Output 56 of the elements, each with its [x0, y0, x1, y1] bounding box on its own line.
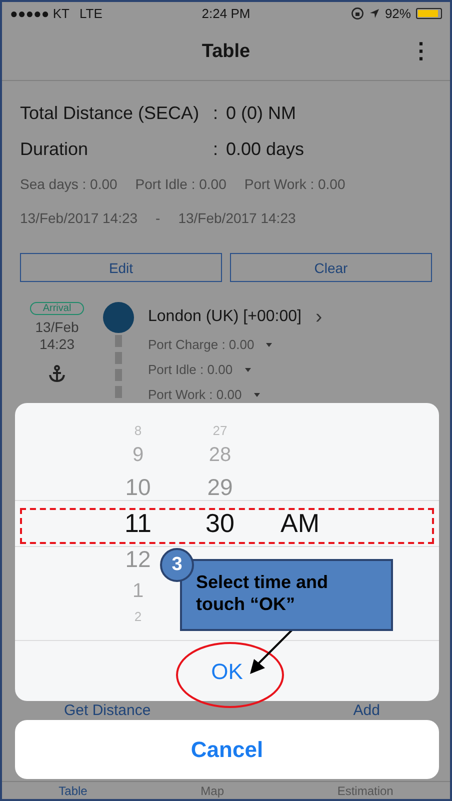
breakdown-stat: Sea days : 0.00 — [20, 176, 118, 192]
picker-value[interactable]: 1 — [132, 576, 144, 606]
port-time: 14:23 — [39, 336, 75, 353]
port-name[interactable]: London (UK) [+00:00] — [148, 308, 302, 326]
date-dash: - — [156, 210, 160, 226]
timeline-node — [102, 302, 134, 333]
tab[interactable]: Map — [200, 784, 224, 798]
picker-value[interactable]: 2 — [134, 606, 142, 626]
arrival-badge: Arrival — [30, 302, 84, 315]
picker-value[interactable]: AM — [280, 504, 320, 542]
port-field[interactable]: Port Charge : 0.00 — [148, 337, 254, 352]
breakdown-stat: Port Idle : 0.00 — [135, 176, 226, 192]
cancel-button[interactable]: Cancel — [15, 720, 439, 779]
caret-icon[interactable] — [266, 342, 272, 346]
callout-text: Select time and touch “OK” — [180, 559, 393, 631]
separator: : — [213, 138, 220, 160]
port-field[interactable]: Port Idle : 0.00 — [148, 362, 233, 377]
screen-title: Table — [202, 41, 250, 63]
tab[interactable]: Estimation — [337, 784, 394, 798]
picker-value[interactable]: 9 — [132, 440, 144, 470]
link-button[interactable]: Get Distance — [64, 702, 151, 719]
duration-label: Duration — [20, 138, 90, 160]
picker-value[interactable]: 12 — [125, 542, 151, 576]
action-button[interactable]: Clear — [230, 253, 432, 282]
chevron[interactable]: › — [315, 306, 322, 328]
distance-value: 0 (0) NM — [226, 102, 296, 124]
picker-value[interactable]: 27 — [212, 420, 228, 440]
network-label: LTE — [79, 6, 102, 20]
picker-value[interactable]: 11 — [124, 504, 152, 542]
caret-icon[interactable] — [254, 392, 260, 396]
location-arrow-icon — [368, 8, 380, 18]
menu-button[interactable]: ⋮ — [406, 38, 436, 64]
picker-value[interactable]: 30 — [206, 504, 234, 542]
distance-label: Total Distance (SECA) — [20, 102, 200, 124]
caret-icon[interactable] — [244, 368, 251, 372]
picker-value[interactable]: 29 — [207, 470, 233, 504]
end-date: 13/Feb/2017 14:23 — [178, 210, 296, 226]
separator: : — [213, 102, 220, 124]
port-date: 13/Feb — [35, 319, 79, 336]
battery-percent: 92% — [384, 6, 411, 20]
tab[interactable]: Table — [58, 784, 88, 798]
port-field[interactable]: Port Work : 0.00 — [148, 387, 242, 402]
start-date: 13/Feb/2017 14:23 — [20, 210, 138, 226]
breakdown-stat: Port Work : 0.00 — [244, 176, 346, 192]
picker-value[interactable]: 8 — [134, 420, 142, 440]
carrier-label: ●●●●● KT — [10, 6, 70, 20]
battery-icon — [416, 8, 442, 18]
ok-button[interactable]: OK — [205, 658, 249, 686]
anchor-icon — [48, 365, 66, 383]
link-button[interactable]: Add — [353, 702, 380, 719]
rotation-lock-icon — [350, 6, 364, 20]
status-time: 2:24 PM — [202, 6, 250, 20]
picker-value[interactable]: 10 — [125, 470, 151, 504]
duration-value: 0.00 days — [226, 138, 304, 160]
action-button[interactable]: Edit — [20, 253, 222, 282]
picker-value[interactable]: 28 — [208, 440, 232, 470]
